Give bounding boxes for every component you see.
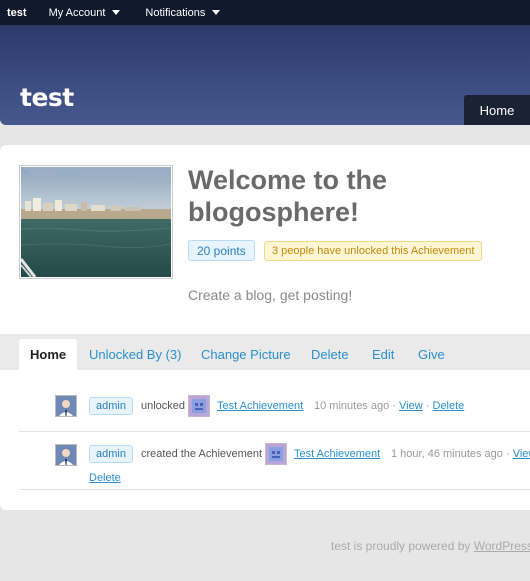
tab-home[interactable]: Home	[19, 339, 78, 370]
achievement-card: Welcome to the blogosphere! 20 points 3 …	[0, 145, 530, 510]
achievement-picture	[19, 165, 173, 279]
unlocked-count-badge: 3 people have unlocked this Achievement	[264, 241, 483, 261]
activity-action: unlocked	[141, 400, 186, 412]
points-badge: 20 points	[188, 240, 255, 261]
separator: ·	[505, 448, 510, 460]
activity-meta: 1 hour, 46 minutes ago · View	[391, 448, 530, 460]
tab-delete[interactable]: Delete	[311, 339, 349, 370]
site-title[interactable]: test	[20, 83, 74, 112]
user-avatar-icon	[56, 445, 76, 465]
achievement-icon	[189, 396, 209, 416]
avatar[interactable]	[55, 395, 77, 417]
tab-change-picture[interactable]: Change Picture	[201, 339, 291, 370]
nav-home-tab[interactable]: Home	[464, 95, 530, 125]
user-tag-admin[interactable]: admin	[89, 445, 133, 463]
site-header: test Home	[0, 25, 530, 125]
chevron-down-icon	[112, 10, 121, 15]
activity-meta: 10 minutes ago · View · Delete	[314, 400, 464, 412]
achievement-thumbnail[interactable]	[265, 443, 287, 465]
admin-bar: test My Account Notifications	[0, 0, 530, 25]
activity-stream: admin unlocked Test Achievement 10 minut…	[19, 370, 530, 490]
adminbar-site-link[interactable]: test	[7, 7, 27, 19]
activity-time: 1 hour, 46 minutes ago	[391, 448, 503, 460]
chevron-down-icon	[212, 10, 221, 15]
my-account-menu[interactable]: My Account	[49, 7, 121, 19]
achievement-tabs: Home Unlocked By (3) Change Picture Dele…	[0, 334, 530, 370]
activity-item: admin unlocked Test Achievement 10 minut…	[19, 370, 530, 432]
seaside-photo	[21, 167, 171, 277]
achievement-link[interactable]: Test Achievement	[217, 400, 303, 412]
avatar[interactable]	[55, 444, 77, 466]
tab-unlocked-by[interactable]: Unlocked By (3)	[89, 339, 181, 370]
achievement-title: Welcome to the blogosphere!	[188, 165, 388, 227]
delete-link[interactable]: Delete	[432, 400, 464, 412]
activity-item: admin created the Achievement Test Achie…	[19, 432, 530, 490]
my-account-label: My Account	[48, 6, 106, 19]
view-link[interactable]: View	[399, 400, 423, 412]
separator: ·	[425, 400, 430, 412]
activity-action: created the Achievement	[141, 448, 263, 460]
achievement-icon	[266, 444, 286, 464]
view-link[interactable]: View	[513, 448, 530, 460]
notifications-menu[interactable]: Notifications	[145, 6, 221, 19]
activity-time: 10 minutes ago	[314, 400, 390, 412]
achievement-description: Create a blog, get posting!	[188, 287, 353, 303]
footer-text: test is proudly powered by	[331, 539, 471, 553]
separator: ·	[392, 400, 396, 412]
delete-link[interactable]: Delete	[89, 472, 121, 484]
tab-give[interactable]: Give	[418, 339, 445, 370]
achievement-thumbnail[interactable]	[188, 395, 210, 417]
tab-edit[interactable]: Edit	[372, 339, 394, 370]
wordpress-link[interactable]: WordPress	[474, 539, 530, 553]
notifications-label: Notifications	[145, 6, 206, 19]
site-footer: test is proudly powered by WordPress	[331, 539, 530, 553]
user-avatar-icon	[56, 396, 76, 416]
achievement-link[interactable]: Test Achievement	[294, 448, 380, 460]
user-tag-admin[interactable]: admin	[89, 397, 133, 415]
